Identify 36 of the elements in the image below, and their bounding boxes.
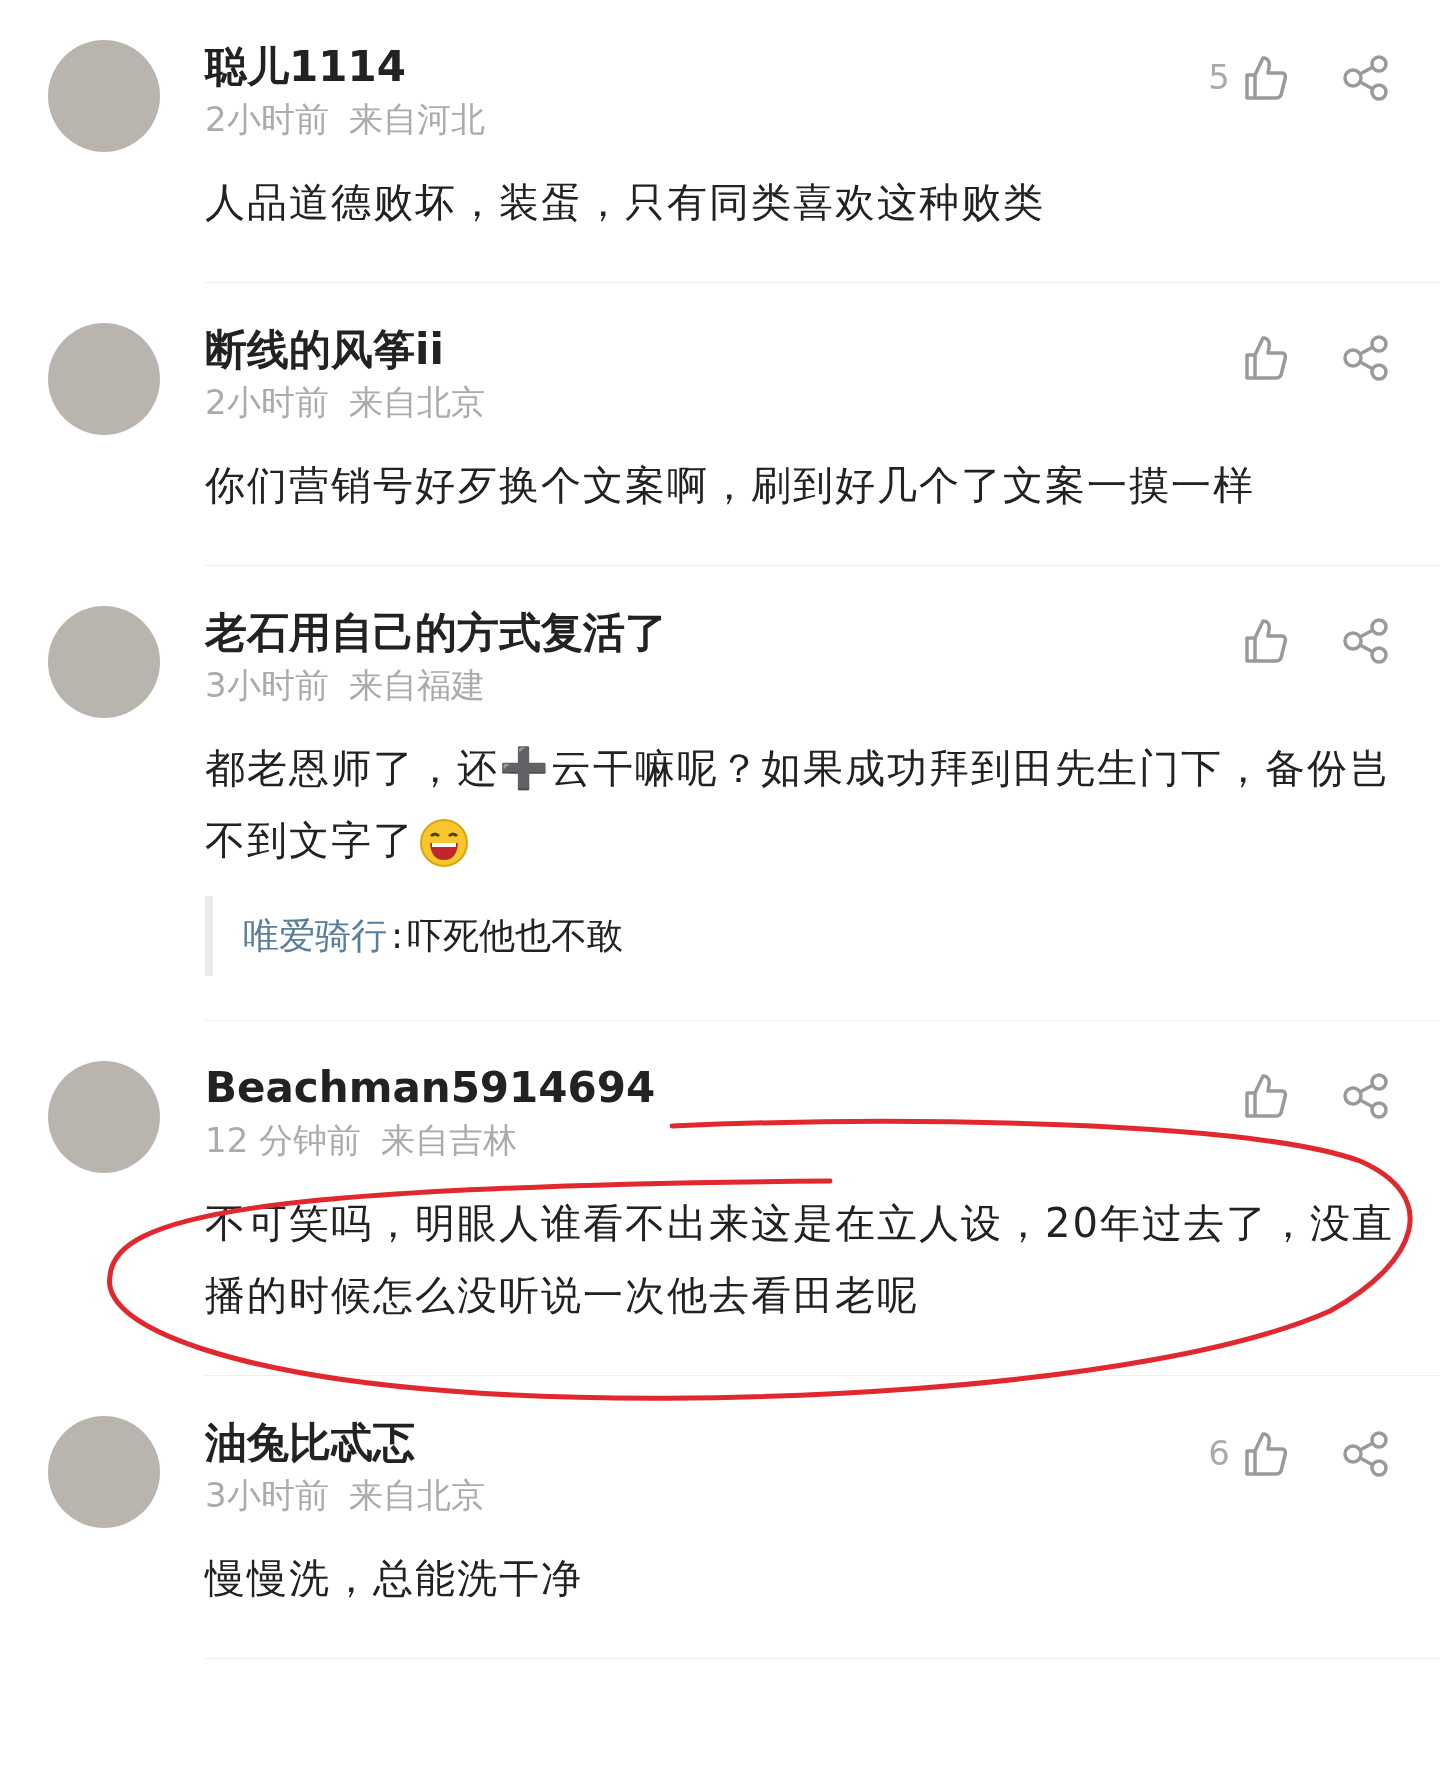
like-button[interactable] <box>1244 335 1288 381</box>
username[interactable]: 聪儿1114 <box>205 40 485 94</box>
comment-location: 来自吉林 <box>381 1119 518 1162</box>
username[interactable]: 油兔比忒忑 <box>205 1416 485 1470</box>
username[interactable]: 老石用自己的方式复活了 <box>205 606 667 660</box>
comment-time: 3小时前 <box>205 1474 329 1517</box>
comment-time: 2小时前 <box>205 98 329 141</box>
username[interactable]: Beachman5914694 <box>205 1061 656 1115</box>
comment-location: 来自福建 <box>348 664 485 707</box>
comment-location: 来自河北 <box>348 98 485 141</box>
comment-location: 来自北京 <box>348 1474 485 1517</box>
comment-text: 人品道德败坏，装蛋，只有同类喜欢这种败类 <box>205 178 1046 227</box>
reply-separator: : <box>391 914 404 958</box>
thumbs-up-icon <box>1244 618 1288 664</box>
comment-time: 12 分钟前 <box>205 1119 362 1162</box>
share-icon[interactable] <box>1342 618 1390 664</box>
comment-location: 来自北京 <box>348 381 485 424</box>
share-icon[interactable] <box>1342 1073 1390 1119</box>
laughing-face-icon <box>419 818 469 868</box>
reply-text: 吓死他也不敢 <box>407 914 624 958</box>
comment-time: 3小时前 <box>205 664 329 707</box>
share-icon[interactable] <box>1342 54 1390 101</box>
like-button[interactable] <box>1244 1073 1288 1119</box>
share-icon[interactable] <box>1342 335 1390 381</box>
reply-username[interactable]: 唯爱骑行 <box>243 909 387 963</box>
thumbs-up-icon <box>1244 54 1288 101</box>
comment-time: 2小时前 <box>205 381 329 424</box>
comment-text: 慢慢洗，总能洗干净 <box>205 1554 584 1603</box>
like-button[interactable] <box>1244 618 1288 664</box>
username[interactable]: 断线的风筝ii <box>205 323 485 377</box>
share-icon[interactable] <box>1342 1430 1390 1477</box>
comment-text: 都老恩师了，还➕云干嘛呢？如果成功拜到田先生门下，备份岂不到文字了 <box>205 732 1400 876</box>
comment-text: 你们营销号好歹换个文案啊，刷到好几个了文案一摸一样 <box>205 461 1256 510</box>
thumbs-up-icon <box>1244 335 1288 381</box>
thumbs-up-icon <box>1244 1073 1288 1119</box>
thumbs-up-icon <box>1244 1430 1288 1477</box>
